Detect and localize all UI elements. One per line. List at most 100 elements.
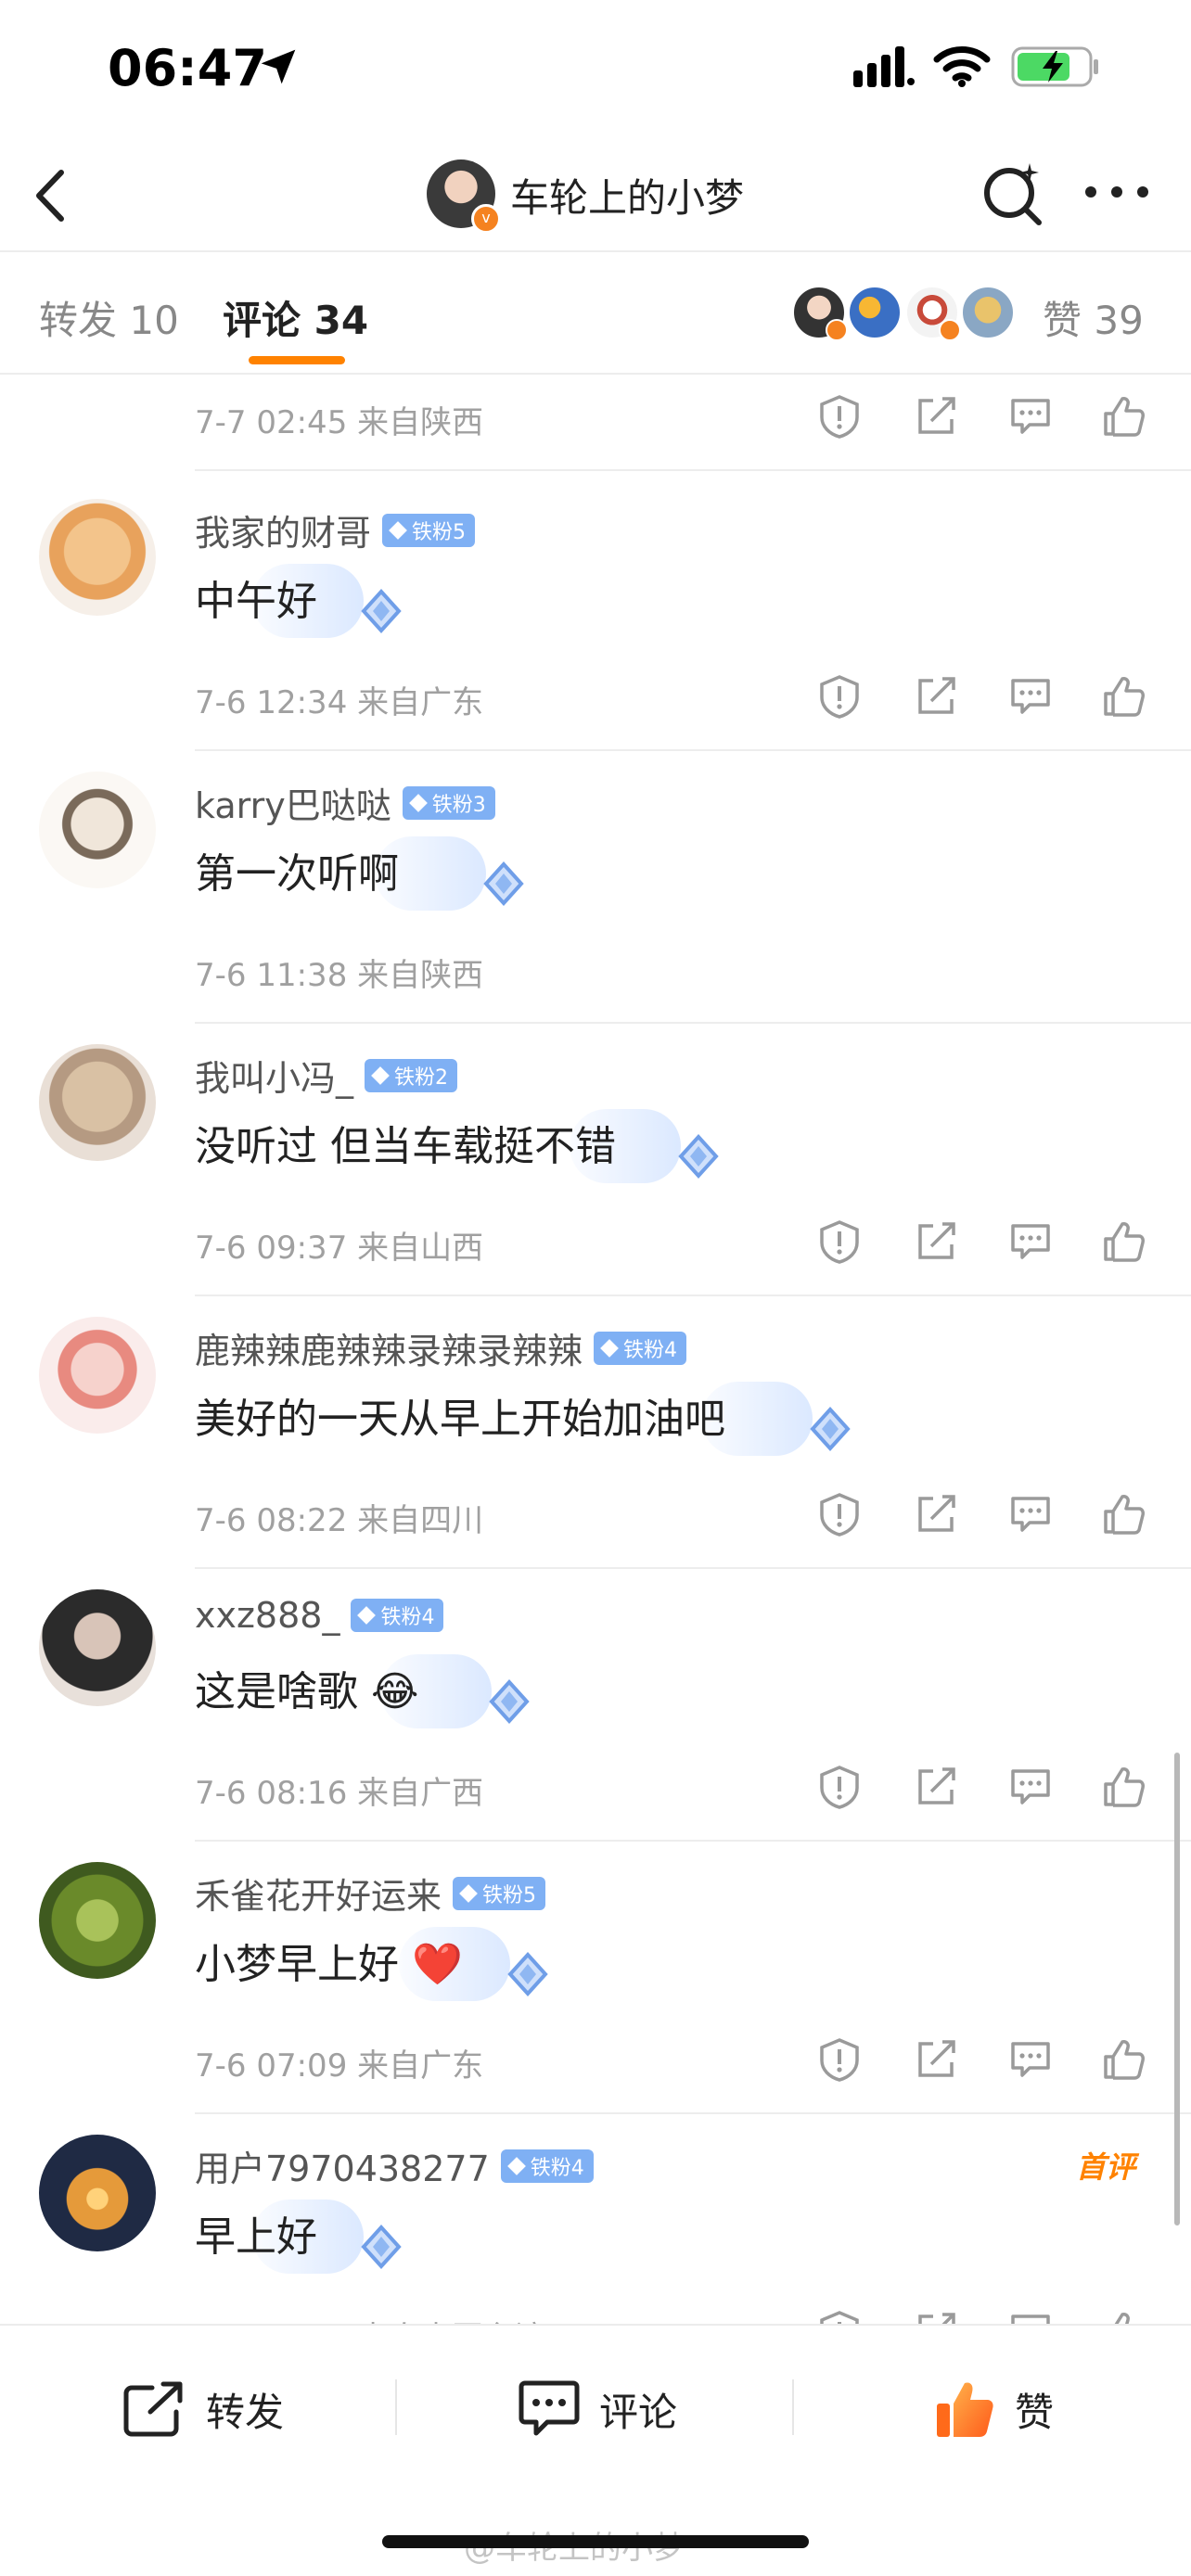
battery-charging-icon (1011, 46, 1098, 87)
diamond-icon (506, 2156, 526, 2175)
back-chevron-icon[interactable] (28, 163, 74, 228)
share-icon[interactable] (913, 1764, 959, 1810)
like-icon[interactable] (1100, 1491, 1146, 1537)
commenter-avatar[interactable] (39, 1044, 156, 1161)
comment-icon[interactable] (1007, 2036, 1054, 2083)
divider (195, 2112, 1191, 2114)
more-icon[interactable] (1082, 178, 1152, 206)
report-icon[interactable] (816, 1764, 863, 1810)
fan-level: 铁粉4 (530, 2156, 584, 2180)
commenter-name[interactable]: 用户7970438277 铁粉4 (195, 2140, 594, 2191)
first-comment-badge: 首评 (1076, 2149, 1136, 2185)
liker-avatar[interactable] (905, 286, 961, 341)
comment-icon[interactable] (1007, 673, 1054, 720)
report-icon[interactable] (816, 1218, 863, 1265)
fan-level: 铁粉5 (412, 520, 467, 544)
liker-avatar[interactable] (848, 286, 902, 339)
diamond-icon (357, 1606, 377, 1625)
commenter-name[interactable]: 禾雀花开好运来 铁粉5 (195, 1868, 546, 1919)
comment-text: 美好的一天从早上开始加油吧 (195, 1396, 725, 1443)
like-button[interactable]: 赞 (933, 2372, 1054, 2446)
diamond-icon (408, 793, 428, 812)
comment-button[interactable]: 评论 (518, 2372, 677, 2446)
share-icon[interactable] (913, 1218, 959, 1265)
share-icon (123, 2381, 183, 2437)
comment-text: 第一次听啊 (195, 850, 399, 898)
commenter-name[interactable]: xxz888_ 铁粉4 (195, 1595, 444, 1636)
commenter-name[interactable]: 鹿辣辣鹿辣辣录辣录辣辣 铁粉4 (195, 1322, 687, 1373)
report-icon[interactable] (816, 673, 863, 720)
comment-meta: 7-6 08:22 来自四川 (195, 1502, 484, 1539)
comment-meta: 7-6 12:34 来自广东 (195, 684, 484, 721)
gem-sticker-icon (361, 589, 402, 633)
share-icon[interactable] (913, 673, 959, 720)
tab-comments[interactable]: 评论 34 (223, 289, 368, 346)
divider (195, 1294, 1191, 1296)
divider (0, 373, 1191, 375)
like-icon[interactable] (1100, 1764, 1146, 1810)
share-icon[interactable] (913, 393, 959, 440)
comment-icon[interactable] (1007, 393, 1054, 440)
report-icon[interactable] (816, 393, 863, 440)
scrollbar[interactable] (1174, 1753, 1180, 2225)
fan-badge: 铁粉2 (365, 1058, 458, 1092)
fan-level: 铁粉3 (431, 793, 486, 817)
gem-sticker-icon (678, 1134, 719, 1179)
share-icon[interactable] (913, 2036, 959, 2083)
commenter-name-text: 我家的财哥 (195, 513, 372, 554)
diamond-icon (459, 1883, 478, 1903)
comment-text: 小梦早上好 ❤️ (195, 1941, 463, 1988)
commenter-name[interactable]: karry巴哒哒 铁粉3 (195, 777, 495, 828)
bottom-action-bar: 转发 评论 赞 @车轮上的小梦 (0, 2324, 1191, 2576)
repost-button[interactable]: 转发 (122, 2372, 284, 2446)
comment-text: 这是啥歌 😂 (195, 1668, 419, 1715)
comment-meta: 7-6 07:09 来自广东 (195, 2047, 484, 2085)
commenter-avatar[interactable] (39, 1862, 156, 1979)
like-icon[interactable] (1100, 393, 1146, 440)
divider (195, 469, 1191, 471)
commenter-avatar[interactable] (39, 499, 156, 616)
commenter-avatar[interactable] (39, 772, 156, 888)
like-icon[interactable] (1100, 673, 1146, 720)
commenter-avatar[interactable] (39, 1317, 156, 1434)
comment-label: 评论 (599, 2389, 678, 2435)
commenter-name-text: 用户7970438277 (195, 2149, 490, 2189)
fan-level: 铁粉5 (482, 1883, 537, 1907)
commenter-name-text: xxz888_ (195, 1595, 340, 1636)
commenter-avatar[interactable] (39, 1589, 156, 1706)
gem-sticker-icon (810, 1407, 851, 1451)
fan-level: 铁粉4 (380, 1606, 435, 1629)
gem-sticker-icon (489, 1679, 530, 1724)
location-arrow-icon (261, 49, 296, 84)
liker-avatar[interactable] (961, 286, 1015, 339)
share-icon[interactable] (913, 1491, 959, 1537)
fan-badge: 铁粉4 (500, 2149, 594, 2183)
commenter-name-text: 我叫小冯_ (195, 1058, 354, 1099)
fan-badge: 铁粉3 (402, 785, 495, 820)
commenter-name-text: 鹿辣辣鹿辣辣录辣录辣辣 (195, 1331, 583, 1371)
tab-likes[interactable]: 赞 39 (1043, 289, 1144, 346)
report-icon[interactable] (816, 2036, 863, 2083)
comment-meta: 7-6 08:16 来自广西 (195, 1775, 484, 1812)
fan-badge: 铁粉4 (351, 1599, 444, 1632)
comment-icon[interactable] (1007, 1218, 1054, 1265)
liker-avatar[interactable] (792, 286, 848, 341)
like-icon[interactable] (1100, 2036, 1146, 2083)
home-indicator[interactable] (382, 2535, 809, 2548)
like-icon[interactable] (1100, 1218, 1146, 1265)
fan-badge: 铁粉5 (382, 513, 476, 547)
comment-meta: 7-6 11:38 来自陕西 (195, 957, 484, 994)
divider (195, 1567, 1191, 1569)
comment-icon[interactable] (1007, 1491, 1054, 1537)
report-icon[interactable] (816, 1491, 863, 1537)
gem-sticker-icon (483, 861, 524, 906)
tab-bar: 转发 10 评论 34 赞 39 (0, 252, 1191, 373)
like-icon (937, 2382, 993, 2437)
tab-repost[interactable]: 转发 10 (39, 289, 179, 346)
comment-icon[interactable] (1007, 1764, 1054, 1810)
commenter-name[interactable]: 我家的财哥 铁粉5 (195, 504, 476, 555)
divider (195, 1840, 1191, 1842)
commenter-name[interactable]: 我叫小冯_ 铁粉2 (195, 1050, 458, 1101)
search-icon[interactable] (978, 159, 1048, 230)
commenter-avatar[interactable] (39, 2135, 156, 2251)
